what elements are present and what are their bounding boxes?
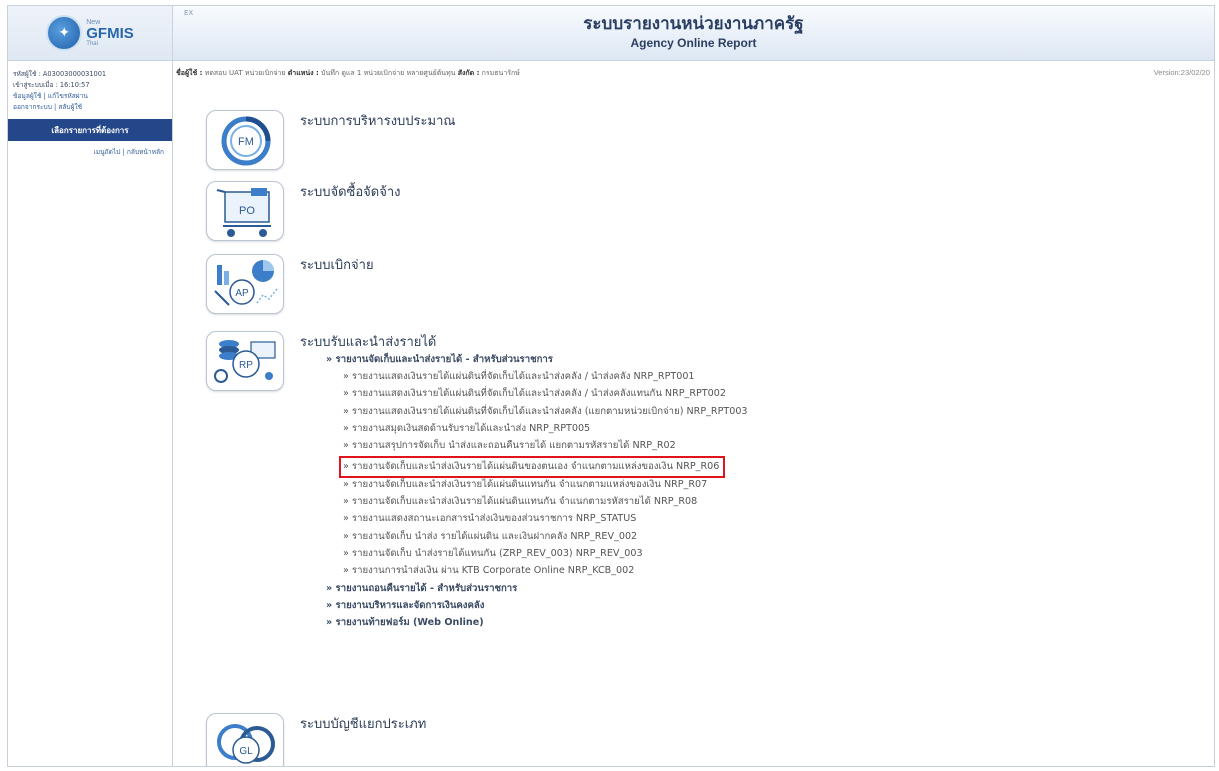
fm-module-title[interactable]: ระบบการบริหารงบประมาณ	[300, 110, 455, 131]
version-label: Version:23/02/20	[1153, 68, 1210, 77]
page-subtitle: Agency Online Report	[630, 36, 757, 50]
rp-revenue-icon[interactable]: RP	[206, 331, 284, 391]
user-status-line: ชื่อผู้ใช้ : ทดสอบ UAT หน่วยเบิกจ่าย ตำแ…	[176, 68, 1214, 79]
report-item-r07[interactable]: » รายงานจัดเก็บและนำส่งเงินรายได้แผ่นดิน…	[343, 476, 748, 493]
ap-chart-icon[interactable]: AP	[206, 254, 284, 314]
user-id: รหัสผู้ใช้ : A03003000031001	[13, 70, 107, 78]
org-label: สังกัด :	[457, 69, 480, 77]
report-item-status[interactable]: » รายงานแสดงสถานะเอกสารนำส่งเงินของส่วนร…	[343, 510, 748, 527]
logo-main-text: GFMIS	[86, 25, 134, 42]
gfmis-emblem-icon: ✦	[46, 15, 83, 51]
logo-area: ✦ New GFMIS Thai	[8, 6, 172, 61]
gl-module-title[interactable]: ระบบบัญชีแยกประเภท	[300, 713, 426, 734]
report-item-rpt003[interactable]: » รายงานแสดงเงินรายได้แผ่นดินที่จัดเก็บไ…	[343, 403, 748, 420]
report-item-kcb002[interactable]: » รายงานการนำส่งเงิน ผ่าน KTB Corporate …	[343, 562, 748, 579]
user-name: ทดสอบ UAT หน่วยเบิกจ่าย	[204, 69, 286, 77]
svg-text:RP: RP	[239, 360, 253, 371]
revenue-section-treasury[interactable]: » รายงานบริหารและจัดการเงินคงคลัง	[326, 597, 748, 614]
org-value: กรมธนารักษ์	[481, 69, 520, 77]
logout-links[interactable]: ออกจากระบบ | สลับผู้ใช้	[13, 102, 168, 113]
user-label: ชื่อผู้ใช้ :	[176, 69, 203, 77]
gfmis-logo[interactable]: ✦ New GFMIS Thai	[46, 15, 134, 51]
fm-module-icon[interactable]: FM	[206, 110, 284, 170]
user-info: รหัสผู้ใช้ : A03003000031001 เข้าสู่ระบบ…	[8, 61, 172, 113]
revenue-section-agency[interactable]: » รายงานจัดเก็บและนำส่งรายได้ - สำหรับส่…	[326, 351, 748, 368]
gl-ledger-icon[interactable]: GL	[206, 713, 284, 766]
svg-text:PO: PO	[239, 205, 255, 217]
report-item-rev003[interactable]: » รายงานจัดเก็บ นำส่งรายได้แทนกัน (ZRP_R…	[343, 545, 748, 562]
revenue-section-refund[interactable]: » รายงานถอนคืนรายได้ - สำหรับส่วนราชการ	[326, 580, 748, 597]
menu-nav-links[interactable]: เมนูถัดไป | กลับหน้าหลัก	[8, 141, 172, 162]
report-item-r06[interactable]: » รายงานจัดเก็บและนำส่งเงินรายได้แผ่นดิน…	[338, 456, 726, 478]
position-label: ตำแหน่ง :	[287, 69, 319, 77]
report-item-rpt001[interactable]: » รายงานแสดงเงินรายได้แผ่นดินที่จัดเก็บไ…	[343, 368, 748, 385]
login-time: เข้าสู่ระบบเมื่อ : 16:10:57	[13, 81, 90, 89]
po-module-title[interactable]: ระบบจัดซื้อจัดจ้าง	[300, 181, 400, 202]
profile-links[interactable]: ข้อมูลผู้ใช้ | แก้ไขรหัสผ่าน	[13, 91, 168, 102]
app-frame: ✦ New GFMIS Thai รหัสผู้ใช้ : A030030000…	[7, 5, 1215, 767]
po-cart-icon[interactable]: PO	[206, 181, 284, 241]
revenue-section-webform[interactable]: » รายงานท้ายฟอร์ม (Web Online)	[326, 614, 748, 631]
sidebar: ✦ New GFMIS Thai รหัสผู้ใช้ : A030030000…	[8, 6, 173, 766]
report-item-r08[interactable]: » รายงานจัดเก็บและนำส่งเงินรายได้แผ่นดิน…	[343, 493, 748, 510]
svg-text:FM: FM	[238, 136, 254, 148]
logo-sub-text: Thai	[86, 41, 98, 47]
report-item-r02[interactable]: » รายงานสรุปการจัดเก็บ นำส่งและถอนคืนราย…	[343, 437, 748, 454]
position-value: บันทึก ดูแล 1 หน่วยเบิกจ่าย หลายศูนย์ต้น…	[321, 69, 456, 77]
report-item-rpt002[interactable]: » รายงานแสดงเงินรายได้แผ่นดินที่จัดเก็บไ…	[343, 385, 748, 402]
report-item-rev002[interactable]: » รายงานจัดเก็บ นำส่ง รายได้แผ่นดิน และเ…	[343, 528, 748, 545]
rp-module-title[interactable]: ระบบรับและนำส่งรายได้	[300, 331, 436, 352]
page-title: ระบบรายงานหน่วยงานภาครัฐ	[583, 14, 804, 34]
revenue-report-list: » รายงานจัดเก็บและนำส่งรายได้ - สำหรับส่…	[326, 351, 748, 631]
report-item-rpt005[interactable]: » รายงานสมุดเงินสดด้านรับรายได้และนำส่ง …	[343, 420, 748, 437]
menu-header: เลือกรายการที่ต้องการ	[8, 119, 172, 141]
ap-module-title[interactable]: ระบบเบิกจ่าย	[300, 254, 374, 275]
svg-text:AP: AP	[235, 288, 249, 299]
page-header: EX ระบบรายงานหน่วยงานภาครัฐ Agency Onlin…	[173, 6, 1214, 61]
svg-text:GL: GL	[239, 746, 253, 757]
